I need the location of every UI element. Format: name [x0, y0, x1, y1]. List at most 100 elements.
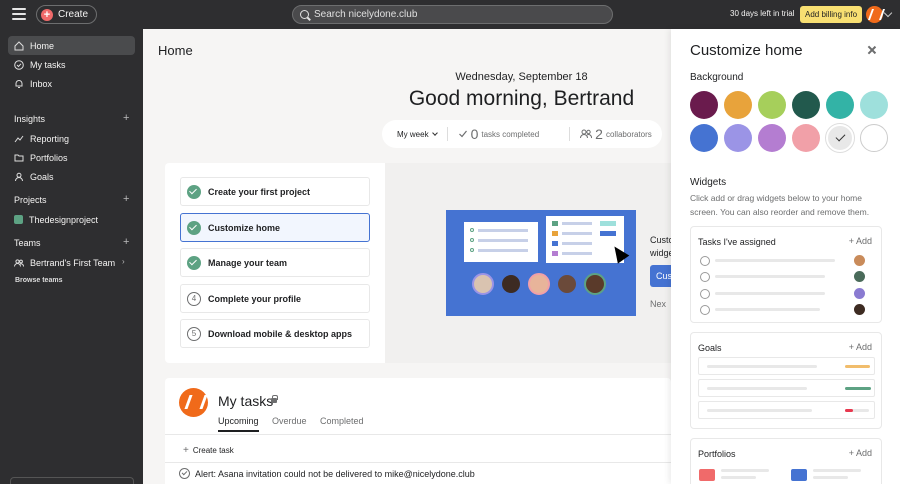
page-title: Home: [158, 43, 193, 58]
background-swatch[interactable]: [792, 124, 820, 152]
chevron-down-icon[interactable]: [883, 8, 893, 18]
user-avatar[interactable]: [866, 6, 883, 23]
widgets-description: Click add or drag widgets below to your …: [690, 193, 870, 217]
sidebar-bottom-button[interactable]: [10, 477, 134, 484]
sidebar-item-goals[interactable]: Goals: [8, 167, 135, 186]
customize-button[interactable]: Cus: [650, 265, 671, 287]
insights-title: Insights: [14, 114, 46, 124]
customize-heading: Custo: [650, 235, 671, 245]
widget-portfolios[interactable]: Portfolios + Add: [690, 438, 882, 484]
tab-overdue[interactable]: Overdue: [272, 416, 307, 426]
background-swatch[interactable]: [758, 91, 786, 119]
create-button[interactable]: + Create: [36, 5, 98, 24]
background-swatch[interactable]: [826, 124, 854, 152]
date-text: Wednesday, September 18: [455, 71, 588, 83]
folder-icon: [14, 154, 24, 161]
background-swatch[interactable]: [758, 124, 786, 152]
plus-icon: +: [41, 8, 53, 21]
check-circle-icon: [187, 255, 201, 270]
tab-upcoming[interactable]: Upcoming: [218, 416, 259, 432]
task-row[interactable]: Alert: Asana invitation could not be del…: [179, 468, 475, 479]
teams-title: Teams: [14, 238, 41, 248]
collaborators-label: collaborators: [605, 129, 652, 139]
person-icon: [15, 172, 23, 181]
top-bar: + Create Search nicelydone.club 30 days …: [0, 0, 900, 29]
add-project-icon[interactable]: +: [123, 193, 129, 205]
widget-goals[interactable]: Goals + Add: [690, 332, 882, 429]
step-number: 5: [187, 326, 201, 341]
chevron-right-icon[interactable]: ›: [122, 257, 125, 266]
customize-subtext: widge: [650, 248, 671, 258]
sidebar-item-project[interactable]: Thedesignproject: [8, 210, 135, 229]
sidebar-item-label: Inbox: [30, 78, 53, 89]
sidebar-item-label: Portfolios: [30, 152, 68, 163]
onboarding-step[interactable]: Manage your team: [180, 248, 370, 277]
chevron-down-icon: [431, 130, 438, 136]
collaborators-icon: [580, 129, 593, 139]
background-title: Background: [690, 72, 744, 83]
period-dropdown[interactable]: My week: [397, 129, 438, 139]
add-widget-button[interactable]: + Add: [849, 236, 872, 246]
sidebar-item-label: Reporting: [30, 133, 70, 144]
create-task-button[interactable]: + Create task: [183, 445, 234, 456]
stats-bar: My week 0 tasks completed 2 collaborator…: [382, 120, 662, 148]
sidebar-item-inbox[interactable]: Inbox: [8, 74, 135, 93]
folder-icon: [791, 469, 807, 481]
avatar: [179, 388, 208, 417]
onboarding-step-label: Customize home: [208, 222, 281, 233]
sidebar-item-label: Home: [30, 40, 55, 51]
widgets-title: Widgets: [690, 177, 727, 188]
background-swatch[interactable]: [826, 91, 854, 119]
projects-title: Projects: [14, 195, 47, 205]
task-name: Alert: Asana invitation could not be del…: [195, 468, 475, 479]
sidebar-item-my-tasks[interactable]: My tasks: [8, 55, 135, 74]
project-color-icon: [14, 215, 23, 224]
background-swatch[interactable]: [792, 91, 820, 119]
onboarding-step[interactable]: Create your first project: [180, 177, 370, 206]
period-label: My week: [397, 129, 429, 139]
onboarding-step[interactable]: 4 Complete your profile: [180, 284, 370, 313]
background-swatch[interactable]: [690, 124, 718, 152]
collaborators-count: 2: [595, 126, 603, 142]
hamburger-menu-icon[interactable]: [12, 8, 26, 20]
sidebar-item-home[interactable]: Home: [8, 36, 135, 55]
sidebar-item-portfolios[interactable]: Portfolios: [8, 148, 135, 167]
background-swatch[interactable]: [860, 91, 888, 119]
sidebar-item-reporting[interactable]: Reporting: [8, 129, 135, 148]
add-widget-button[interactable]: + Add: [849, 342, 872, 352]
check-circle-icon[interactable]: [179, 468, 190, 479]
my-tasks-title[interactable]: My tasks: [218, 393, 273, 409]
customize-panel: Customize home Background Widgets Click …: [671, 29, 900, 484]
sidebar-item-label: My tasks: [30, 59, 66, 70]
background-swatch[interactable]: [690, 91, 718, 119]
my-tasks-card: My tasks Upcoming Overdue Completed + Cr…: [165, 378, 671, 484]
add-insight-icon[interactable]: +: [123, 112, 129, 124]
create-task-label: Create task: [192, 446, 234, 455]
background-swatch[interactable]: [724, 91, 752, 119]
add-billing-button[interactable]: Add billing info: [800, 6, 863, 23]
sidebar-item-team[interactable]: Bertrand's First Team ›: [8, 253, 135, 272]
step-number: 4: [187, 291, 201, 306]
onboarding-step-label: Complete your profile: [208, 293, 302, 304]
background-swatch[interactable]: [724, 124, 752, 152]
trial-text: 30 days left in trial: [730, 9, 795, 18]
search-icon: [300, 10, 309, 19]
onboarding-step[interactable]: 5 Download mobile & desktop apps: [180, 319, 370, 348]
customize-illustration: [446, 210, 636, 316]
bell-icon: [15, 79, 23, 88]
team-icon: [14, 258, 24, 267]
widget-tasks-assigned[interactable]: Tasks I've assigned + Add: [690, 226, 882, 323]
onboarding-step[interactable]: Customize home: [180, 213, 370, 242]
add-widget-button[interactable]: + Add: [849, 448, 872, 458]
sidebar-item-label: Thedesignproject: [29, 214, 99, 225]
sidebar-item-label: Bertrand's First Team: [30, 257, 116, 268]
tab-completed[interactable]: Completed: [320, 416, 364, 426]
close-panel-icon[interactable]: [867, 45, 877, 55]
next-link[interactable]: Nex: [650, 299, 666, 309]
widget-title: Goals: [698, 343, 722, 353]
add-team-icon[interactable]: +: [123, 236, 129, 248]
browse-teams-link[interactable]: Browse teams: [15, 277, 62, 284]
background-swatch[interactable]: [860, 124, 888, 152]
sidebar-item-label: Goals: [30, 171, 54, 182]
search-input[interactable]: Search nicelydone.club: [292, 5, 613, 24]
